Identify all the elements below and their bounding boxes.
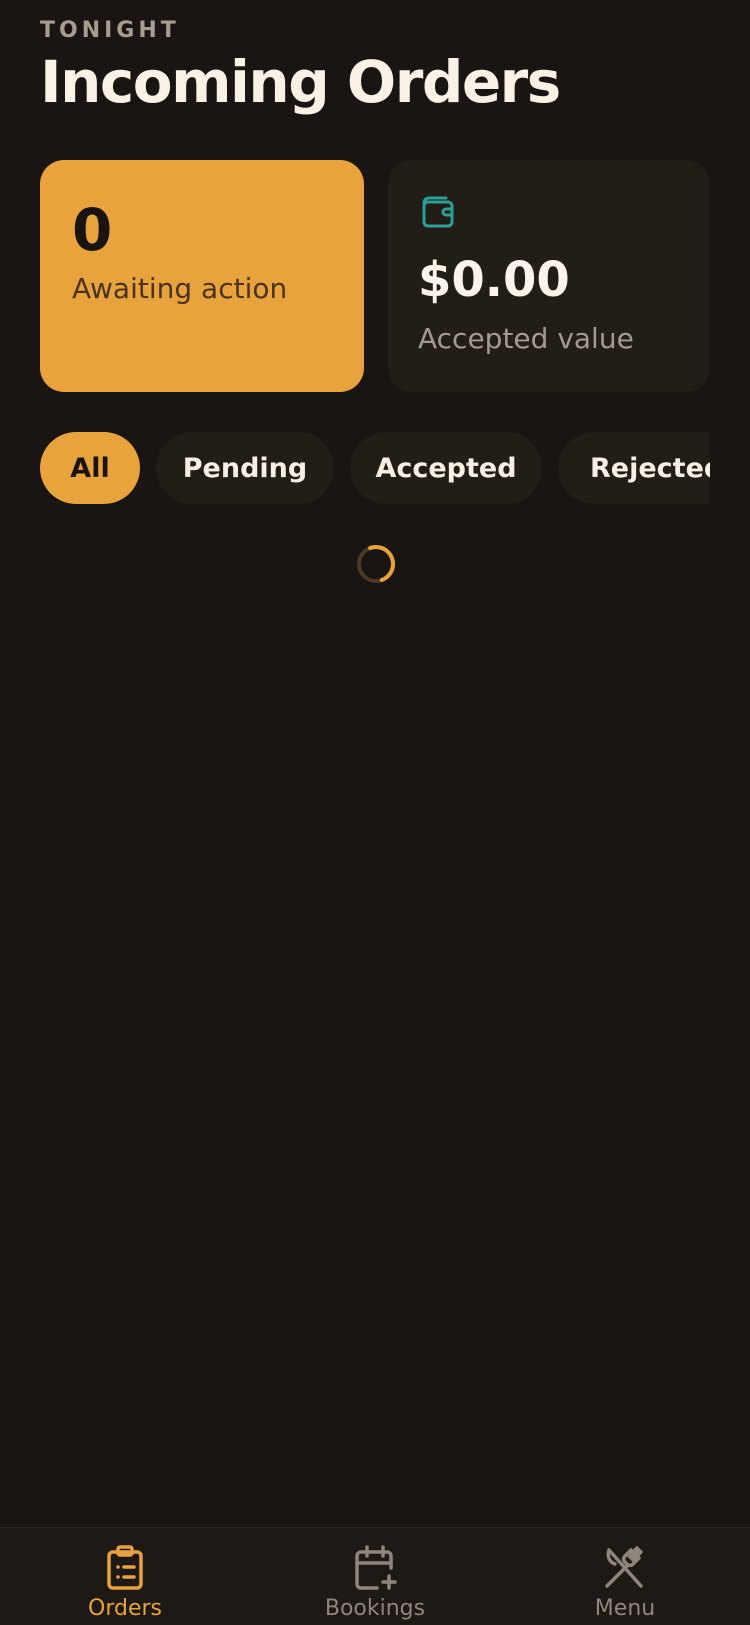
filter-chips: All Pending Accepted Rejected	[40, 432, 710, 504]
nav-item-bookings[interactable]: Bookings	[250, 1528, 500, 1625]
filter-chip-pending[interactable]: Pending	[156, 432, 334, 504]
nav-label-menu: Menu	[594, 1596, 656, 1621]
filter-chip-all[interactable]: All	[40, 432, 140, 504]
awaiting-count: 0	[72, 196, 113, 264]
section-eyebrow: TONIGHT	[40, 18, 180, 43]
filter-chip-rejected[interactable]: Rejected	[558, 432, 710, 504]
clipboard-list-icon	[107, 1545, 143, 1590]
utensils-crossed-icon	[605, 1546, 643, 1588]
nav-item-menu[interactable]: Menu	[500, 1528, 750, 1625]
bottom-nav: Orders Bookings Menu	[0, 1527, 750, 1625]
nav-label-bookings: Bookings	[324, 1596, 426, 1621]
accepted-value-card[interactable]: $0.00 Accepted value	[388, 160, 710, 392]
accepted-value: $0.00	[418, 252, 570, 308]
page-title: Incoming Orders	[40, 48, 561, 116]
awaiting-label: Awaiting action	[72, 272, 288, 305]
calendar-plus-icon	[355, 1545, 397, 1590]
nav-label-orders: Orders	[88, 1596, 162, 1621]
nav-item-orders[interactable]: Orders	[0, 1528, 250, 1625]
wallet-icon	[422, 196, 454, 228]
filter-chip-accepted[interactable]: Accepted	[350, 432, 542, 504]
loading-spinner-icon	[357, 545, 395, 583]
awaiting-action-card[interactable]: 0 Awaiting action	[40, 160, 364, 392]
accepted-label: Accepted value	[418, 322, 634, 355]
